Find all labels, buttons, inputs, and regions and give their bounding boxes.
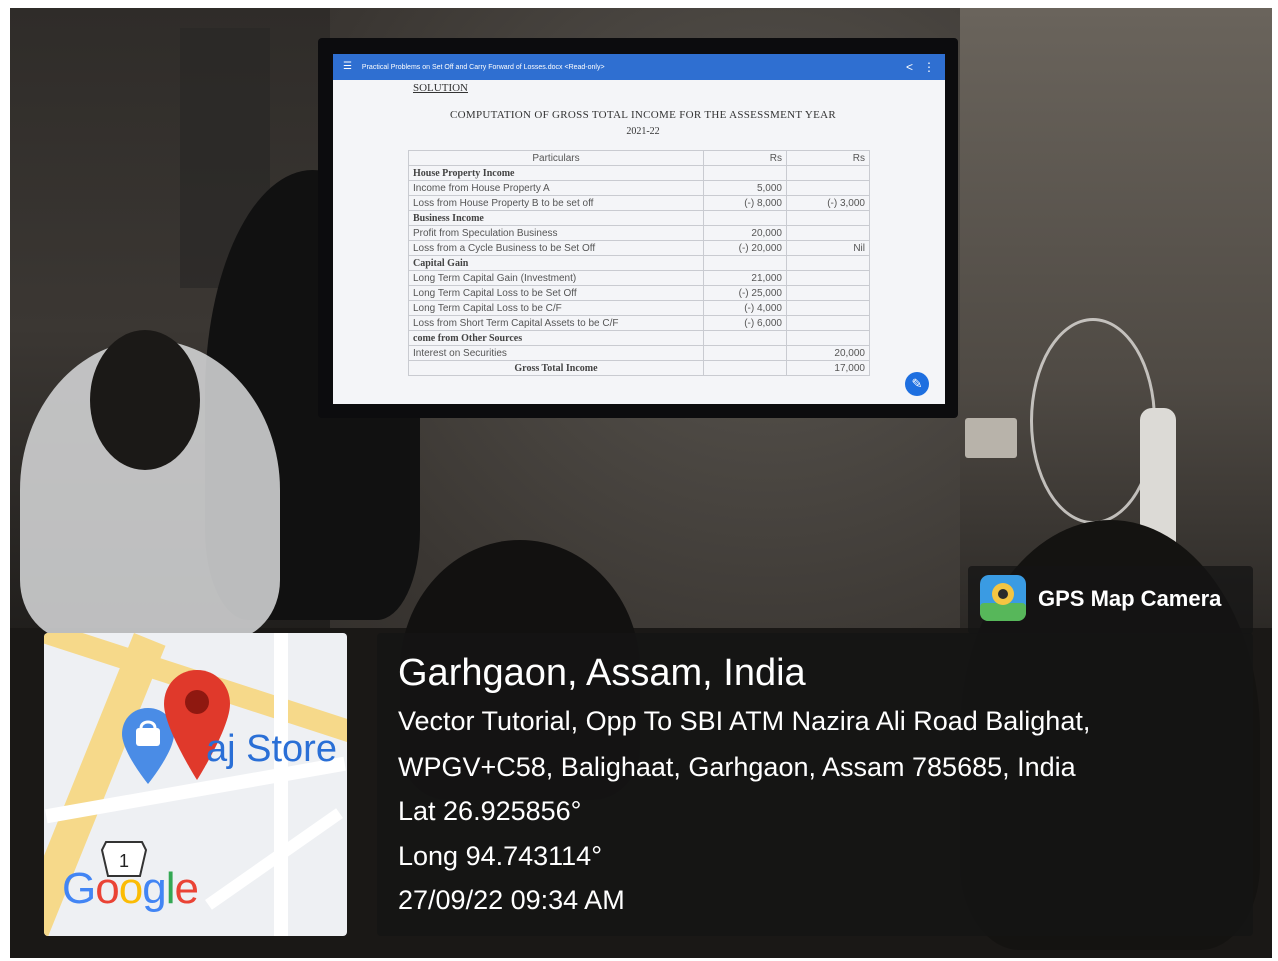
row-label: Long Term Capital Loss to be Set Off — [408, 285, 704, 301]
row-amount-1: (-) 8,000 — [703, 195, 787, 211]
student-left-head — [90, 330, 200, 470]
header-rs-1: Rs — [703, 150, 787, 166]
table-row: Business Income — [408, 210, 870, 226]
table-row: Loss from a Cycle Business to be Set Off… — [408, 240, 870, 256]
row-label: Gross Total Income — [408, 360, 704, 376]
app-name: GPS Map Camera — [1038, 586, 1222, 611]
edit-icon[interactable]: ✎ — [905, 372, 929, 396]
row-amount-2 — [786, 180, 870, 196]
document-title: Practical Problems on Set Off and Carry … — [361, 64, 605, 71]
income-table: Particulars Rs Rs House Property Income I… — [408, 150, 870, 376]
row-amount-1: (-) 20,000 — [703, 240, 787, 256]
monitor-screen: ☰ Practical Problems on Set Off and Carr… — [333, 54, 945, 404]
row-label: Capital Gain — [408, 255, 704, 271]
row-amount-2 — [786, 210, 870, 226]
toolbar-icons: < ⋮ — [906, 54, 935, 80]
row-amount-1 — [703, 360, 787, 376]
table-row: Interest on Securities 20,000 — [408, 345, 870, 361]
row-label: Business Income — [408, 210, 704, 226]
address-line-2: WPGV+C58, Balighaat, Garhgaon, Assam 785… — [398, 752, 1076, 782]
row-amount-1: 5,000 — [703, 180, 787, 196]
row-amount-1 — [703, 330, 787, 346]
timestamp: 27/09/22 09:34 AM — [398, 885, 625, 915]
assessment-year: 2021-22 — [626, 126, 660, 137]
row-label: Loss from a Cycle Business to be Set Off — [408, 240, 704, 256]
map-place-label: aj Store — [206, 728, 337, 770]
row-amount-2 — [786, 285, 870, 301]
header-rs-2: Rs — [786, 150, 870, 166]
table-row: Capital Gain — [408, 255, 870, 271]
row-amount-1 — [703, 255, 787, 271]
row-label: Interest on Securities — [408, 345, 704, 361]
row-label: Income from House Property A — [408, 180, 704, 196]
row-label: Loss from Short Term Capital Assets to b… — [408, 315, 704, 331]
row-label: Profit from Speculation Business — [408, 225, 704, 241]
row-amount-1: (-) 4,000 — [703, 300, 787, 316]
computation-title: COMPUTATION OF GROSS TOTAL INCOME FOR TH… — [450, 109, 836, 121]
table-row: Loss from House Property B to be set off… — [408, 195, 870, 211]
header-particulars: Particulars — [408, 150, 704, 166]
row-amount-2: 20,000 — [786, 345, 870, 361]
row-amount-1 — [703, 165, 787, 181]
solution-heading: SOLUTION — [413, 82, 468, 94]
table-row: Gross Total Income 17,000 — [408, 360, 870, 376]
fan-head — [1030, 318, 1156, 524]
table-header-row: Particulars Rs Rs — [408, 150, 870, 166]
row-amount-2 — [786, 165, 870, 181]
table-row: Long Term Capital Gain (Investment) 21,00… — [408, 270, 870, 286]
row-label: Long Term Capital Loss to be C/F — [408, 300, 704, 316]
row-amount-1 — [703, 210, 787, 226]
row-amount-2: Nil — [786, 240, 870, 256]
location-title: Garhgaon, Assam, India — [398, 652, 806, 694]
row-label: House Property Income — [408, 165, 704, 181]
row-amount-1: (-) 6,000 — [703, 315, 787, 331]
row-amount-2: 17,000 — [786, 360, 870, 376]
row-amount-2 — [786, 225, 870, 241]
row-amount-1: 20,000 — [703, 225, 787, 241]
map-road — [274, 633, 288, 936]
table-row: Loss from Short Term Capital Assets to b… — [408, 315, 870, 331]
address-line-1: Vector Tutorial, Opp To SBI ATM Nazira A… — [398, 706, 1091, 736]
row-amount-2 — [786, 315, 870, 331]
table-row: Income from House Property A 5,000 — [408, 180, 870, 196]
table-row: House Property Income — [408, 165, 870, 181]
document-toolbar: ☰ Practical Problems on Set Off and Carr… — [333, 54, 945, 80]
row-amount-2 — [786, 255, 870, 271]
row-label: come from Other Sources — [408, 330, 704, 346]
wall-socket — [965, 418, 1017, 458]
table-row: Long Term Capital Loss to be Set Off (-) … — [408, 285, 870, 301]
latitude: Lat 26.925856° — [398, 796, 582, 826]
row-amount-1: (-) 25,000 — [703, 285, 787, 301]
row-label: Long Term Capital Gain (Investment) — [408, 270, 704, 286]
menu-icon[interactable]: ☰ — [343, 54, 352, 80]
row-amount-2: (-) 3,000 — [786, 195, 870, 211]
google-logo: Google — [62, 864, 199, 913]
row-amount-2 — [786, 330, 870, 346]
row-label: Loss from House Property B to be set off — [408, 195, 704, 211]
table-row: Profit from Speculation Business 20,000 — [408, 225, 870, 241]
table-row: come from Other Sources — [408, 330, 870, 346]
longitude: Long 94.743114° — [398, 841, 602, 871]
share-icon[interactable]: < — [906, 60, 913, 74]
gps-camera-app-icon — [980, 575, 1026, 621]
row-amount-1 — [703, 345, 787, 361]
more-icon[interactable]: ⋮ — [923, 60, 935, 74]
row-amount-2 — [786, 270, 870, 286]
table-row: Long Term Capital Loss to be C/F (-) 4,00… — [408, 300, 870, 316]
row-amount-2 — [786, 300, 870, 316]
row-amount-1: 21,000 — [703, 270, 787, 286]
